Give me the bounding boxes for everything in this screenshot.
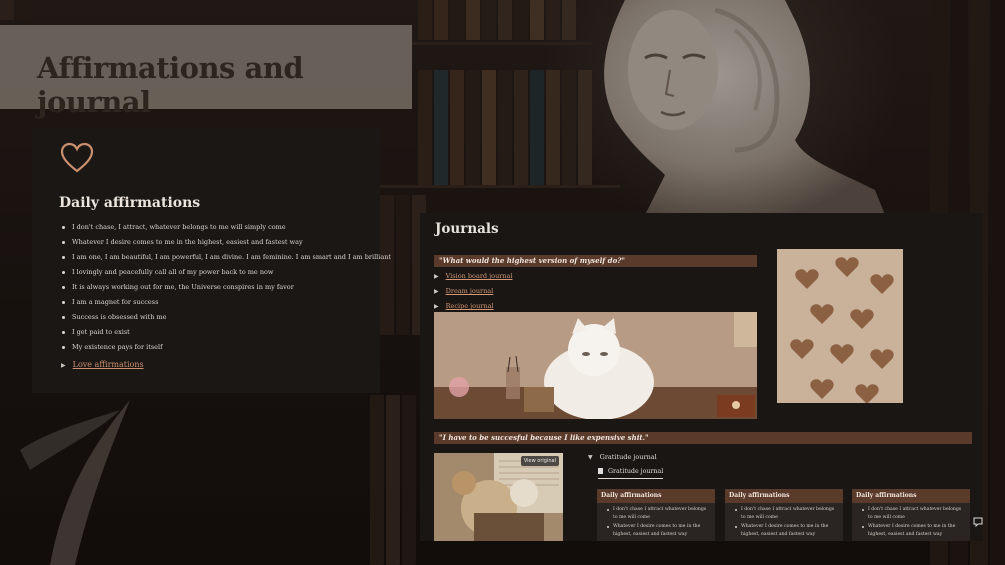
card-title: Daily affirmations [852, 489, 970, 503]
gallery-card[interactable]: Daily affirmations I don't chase I attra… [597, 489, 715, 541]
dream-journal-link[interactable]: Dream journal [446, 287, 494, 295]
list-item: I am one, I am beautiful, I am powerful,… [59, 250, 391, 265]
daily-affirmations-card: Daily affirmations I don't chase, I attr… [32, 128, 391, 393]
tab-label: Gratitude journal [608, 468, 664, 475]
card-title: Daily affirmations [597, 489, 715, 503]
list-item: I don't chase I attract whatever belongs… [725, 506, 843, 521]
view-original-button[interactable]: View original [520, 456, 559, 466]
list-item: It is always working out for me, the Uni… [59, 280, 391, 295]
list-item: I get paid to exist [59, 325, 391, 340]
list-item[interactable]: ▶ Dream journal [434, 284, 513, 299]
card-title: Daily affirmations [725, 489, 843, 503]
quote-banner: "What would the highest version of mysel… [434, 255, 757, 267]
chat-icon[interactable] [973, 517, 983, 527]
list-item: I lovingly and peacefully call all of my… [59, 265, 391, 280]
affirmations-list: I don't chase, I attract, whatever belon… [59, 220, 391, 355]
document-icon [598, 468, 603, 474]
list-item: I don't chase I attract whatever belongs… [597, 506, 715, 521]
quote-banner: "I have to be succesful because I like e… [434, 432, 972, 444]
list-item: Whatever I desire comes to me in the hig… [852, 523, 970, 538]
toggle-label: Love affirmations [72, 360, 144, 369]
vision-board-journal-link[interactable]: Vision board journal [446, 272, 513, 280]
journal-links-list: ▶ Vision board journal ▶ Dream journal ▶ Re… [434, 269, 513, 314]
list-item: I don't chase I attract whatever belongs… [852, 506, 970, 521]
dried-flowers-photo: View original [434, 453, 563, 541]
gallery-card[interactable]: Daily affirmations I don't chase I attra… [725, 489, 843, 541]
toggle-triangle-open-icon: ▼ [588, 454, 593, 461]
dried-flowers-image [434, 453, 563, 541]
list-item: Whatever I desire comes to me in the hig… [725, 523, 843, 538]
toggle-triangle-icon: ▶ [434, 288, 439, 295]
list-item: Success is obsessed with me [59, 310, 391, 325]
heart-icon [60, 142, 94, 173]
toggle-triangle-icon: ▶ [61, 362, 66, 369]
journals-heading: Journals [435, 221, 499, 237]
list-item: My existence pays for itself [59, 340, 391, 355]
gratitude-journal-toggle[interactable]: ▼ Gratitude journal [588, 453, 657, 461]
gallery-card[interactable]: Daily affirmations I don't chase I attra… [852, 489, 970, 541]
affirmations-heading: Daily affirmations [59, 195, 201, 211]
page-title: Affirmations and journal [37, 51, 304, 119]
toggle-triangle-icon: ▶ [434, 273, 439, 280]
list-item: Whatever I desire comes to me in the hig… [597, 523, 715, 538]
love-affirmations-toggle[interactable]: ▶ Love affirmations [61, 360, 144, 369]
list-item[interactable]: ▶ Vision board journal [434, 269, 513, 284]
journals-panel: Journals "What would the highest version… [420, 213, 983, 541]
list-item: I am a magnet for success [59, 295, 391, 310]
list-item: I don't chase, I attract, whatever belon… [59, 220, 391, 235]
toggle-label: Gratitude journal [599, 453, 657, 461]
list-item: Whatever I desire comes to me in the hig… [59, 235, 391, 250]
heart-cookies-photo [777, 249, 903, 403]
tab-gratitude-journal[interactable]: Gratitude journal [598, 468, 664, 479]
title-banner: Affirmations and journal [0, 25, 412, 119]
recipe-journal-link[interactable]: Recipe journal [446, 302, 494, 310]
cat-photo [434, 312, 757, 419]
